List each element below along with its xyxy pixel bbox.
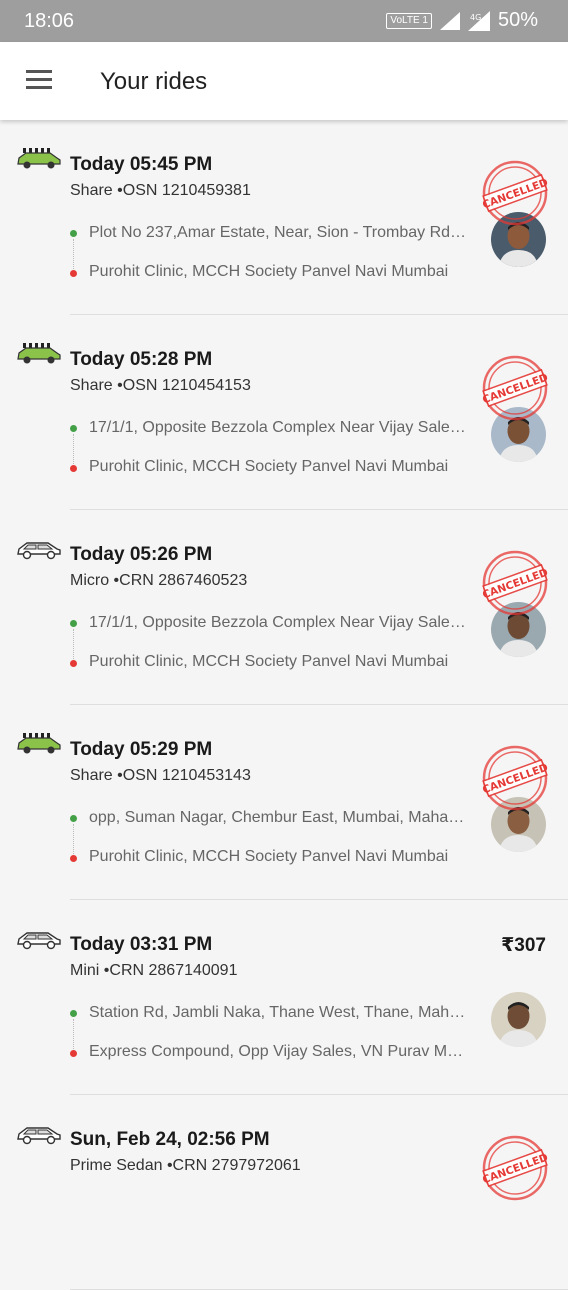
- ride-list-item[interactable]: Today 05:26 PM Micro •CRN 2867460523 17/1/…: [0, 510, 568, 705]
- drop-address: Purohit Clinic, MCCH Society Panvel Navi…: [89, 458, 449, 475]
- data-signal-icon: 4G: [467, 10, 490, 31]
- share-car-icon: [16, 343, 62, 365]
- drop-dot-icon: [70, 660, 77, 667]
- route-line: [73, 434, 74, 464]
- ride-service-id: Prime Sedan •CRN 2797972061: [70, 1157, 301, 1174]
- status-time: 18:06: [24, 10, 75, 32]
- ride-time: Today 05:45 PM: [70, 154, 213, 175]
- route-line: [73, 824, 74, 854]
- drop-dot-icon: [70, 855, 77, 862]
- drop-address: Express Compound, Opp Vijay Sales, VN Pu…: [89, 1043, 464, 1060]
- ride-list-item[interactable]: Today 05:29 PM Share •OSN 1210453143 opp, …: [0, 705, 568, 900]
- cancelled-stamp-icon: CANCELLED: [481, 1135, 550, 1201]
- ride-time: Today 05:28 PM: [70, 349, 213, 370]
- ride-time: Today 05:29 PM: [70, 739, 213, 760]
- battery-level: 50%: [497, 9, 538, 31]
- mini-car-icon: [16, 928, 62, 950]
- drop-address: Purohit Clinic, MCCH Society Panvel Navi…: [89, 848, 449, 865]
- pickup-dot-icon: [70, 425, 77, 432]
- route-line: [73, 1019, 74, 1049]
- ride-time: Sun, Feb 24, 02:56 PM: [70, 1129, 270, 1150]
- pickup-dot-icon: [70, 1010, 77, 1017]
- share-car-icon: [16, 148, 62, 170]
- status-bar: 18:06 VoLTE 1 4G 50%: [0, 0, 568, 42]
- cancelled-stamp-icon: CANCELLED: [481, 160, 550, 226]
- volte-badge: VoLTE 1: [386, 12, 432, 29]
- ride-service-id: Micro •CRN 2867460523: [70, 572, 248, 589]
- ride-service-id: Share •OSN 1210459381: [70, 182, 251, 199]
- ride-list-item[interactable]: Today 05:45 PM Share •OSN 1210459381 Plot …: [0, 120, 568, 315]
- pickup-address: Station Rd, Jambli Naka, Thane West, Tha…: [89, 1004, 469, 1021]
- cancelled-stamp-icon: CANCELLED: [481, 355, 550, 421]
- ride-list-item[interactable]: Sun, Feb 24, 02:56 PM Prime Sedan •CRN 27…: [0, 1095, 568, 1290]
- pickup-dot-icon: [70, 815, 77, 822]
- page-title: Your rides: [100, 68, 208, 95]
- pickup-address: 17/1/1, Opposite Bezzola Complex Near Vi…: [89, 419, 469, 436]
- drop-dot-icon: [70, 1050, 77, 1057]
- route-line: [73, 629, 74, 659]
- cancelled-stamp-icon: CANCELLED: [481, 745, 550, 811]
- micro-car-icon: [16, 538, 62, 560]
- ride-list-item[interactable]: Today 03:31 PM Mini •CRN 2867140091 ₹307 St…: [0, 900, 568, 1095]
- ride-time: Today 05:26 PM: [70, 544, 213, 565]
- drop-dot-icon: [70, 270, 77, 277]
- pickup-dot-icon: [70, 230, 77, 237]
- ride-time: Today 03:31 PM: [70, 934, 213, 955]
- ride-list-item[interactable]: Today 05:28 PM Share •OSN 1210454153 17/1/…: [0, 315, 568, 510]
- drop-address: Purohit Clinic, MCCH Society Panvel Navi…: [89, 263, 449, 280]
- menu-icon[interactable]: [26, 70, 52, 90]
- signal-icon: [439, 11, 460, 30]
- drop-dot-icon: [70, 465, 77, 472]
- pickup-dot-icon: [70, 620, 77, 627]
- share-car-icon: [16, 733, 62, 755]
- drop-address: Purohit Clinic, MCCH Society Panvel Navi…: [89, 653, 449, 670]
- driver-avatar: [491, 992, 546, 1047]
- sedan-car-icon: [16, 1123, 62, 1145]
- route-line: [73, 239, 74, 269]
- ride-service-id: Share •OSN 1210454153: [70, 377, 251, 394]
- ride-service-id: Share •OSN 1210453143: [70, 767, 251, 784]
- pickup-address: opp, Suman Nagar, Chembur East, Mumbai, …: [89, 809, 469, 826]
- pickup-address: Plot No 237,Amar Estate, Near, Sion - Tr…: [89, 224, 469, 241]
- svg-text:4G: 4G: [470, 13, 481, 22]
- cancelled-stamp-icon: CANCELLED: [481, 550, 550, 616]
- ride-service-id: Mini •CRN 2867140091: [70, 962, 238, 979]
- ride-fare: ₹307: [501, 935, 546, 956]
- app-bar: Your rides: [0, 42, 568, 120]
- pickup-address: 17/1/1, Opposite Bezzola Complex Near Vi…: [89, 614, 469, 631]
